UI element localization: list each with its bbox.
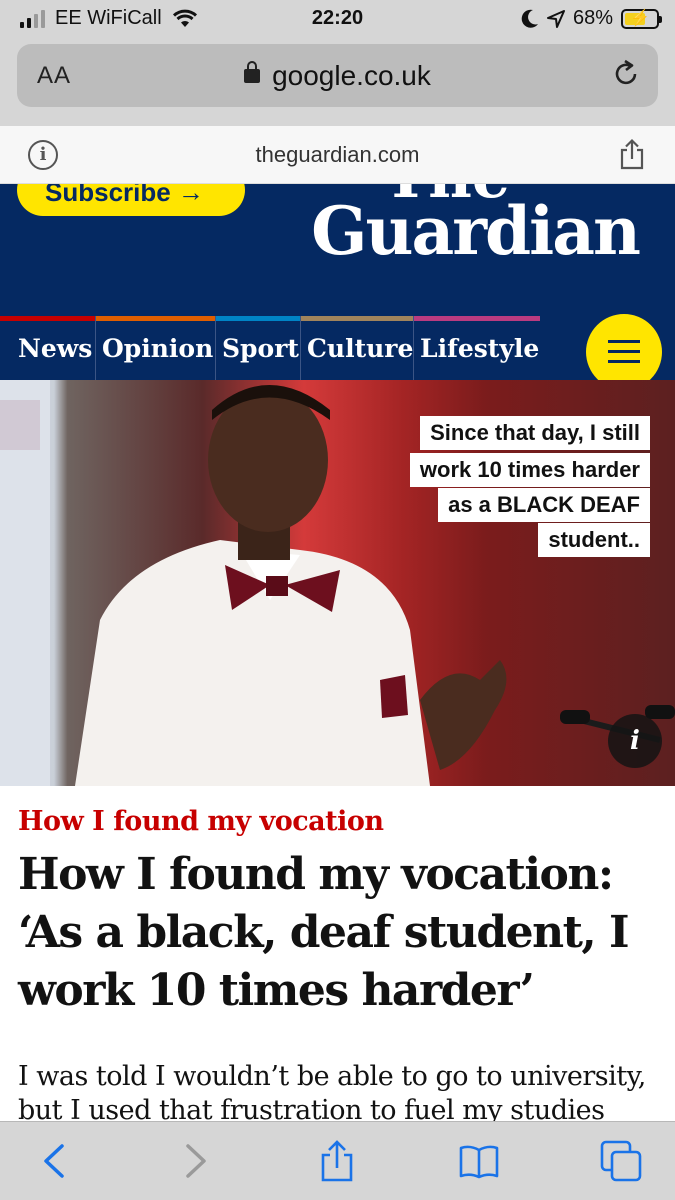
url-display[interactable]: google.co.uk — [17, 60, 658, 92]
location-arrow-icon — [546, 9, 565, 28]
moon-icon — [521, 9, 538, 28]
share-icon[interactable] — [619, 138, 645, 170]
pillar-culture[interactable]: Culture — [301, 316, 414, 380]
bottom-toolbar — [0, 1121, 675, 1200]
forward-icon[interactable] — [174, 1140, 216, 1182]
browser-chrome: AA google.co.uk — [0, 40, 675, 126]
subscribe-button[interactable]: Subscribe → — [17, 184, 245, 216]
bookmarks-icon[interactable] — [458, 1140, 500, 1182]
battery-icon: ⚡ — [621, 8, 662, 29]
amp-domain[interactable]: theguardian.com — [0, 142, 675, 168]
reload-icon[interactable] — [610, 58, 642, 90]
guardian-logo[interactable]: Guardian — [311, 192, 641, 270]
address-bar[interactable]: AA google.co.uk — [17, 44, 658, 107]
pillar-nav: News Opinion Sport Culture Lifestyle — [0, 316, 540, 380]
image-info-button[interactable]: i — [608, 714, 662, 768]
status-bar: EE WiFiCall 22:20 68% ⚡ — [0, 0, 675, 40]
back-icon[interactable] — [34, 1140, 76, 1182]
article-kicker[interactable]: How I found my vocation — [18, 806, 384, 837]
article-standfirst: I was told I wouldn’t be able to go to u… — [18, 1061, 646, 1126]
pillar-opinion[interactable]: Opinion — [96, 316, 216, 380]
pillar-news[interactable]: News — [0, 316, 96, 380]
article-headline: How I found my vocation: ‘As a black, de… — [18, 849, 630, 1016]
caption-line: Since that day, I still — [420, 416, 650, 450]
pillar-lifestyle[interactable]: Lifestyle — [414, 316, 540, 380]
url-text: google.co.uk — [272, 60, 431, 91]
share-icon[interactable] — [316, 1140, 358, 1182]
caption-line: student.. — [538, 523, 650, 557]
menu-button[interactable] — [586, 314, 662, 380]
lock-icon — [244, 60, 261, 83]
caption-line: work 10 times harder — [409, 453, 650, 487]
status-right: 68% ⚡ — [521, 7, 662, 30]
article-photo: Since that day, I still work 10 times ha… — [0, 380, 675, 786]
battery-percent: 68% — [572, 7, 613, 29]
overlay-caption: Since that day, I still work 10 times ha… — [380, 416, 650, 594]
guardian-header: Subscribe → The Guardian News Opinion Sp… — [0, 184, 675, 380]
amp-header-bar: i theguardian.com — [0, 126, 675, 184]
tabs-icon[interactable] — [600, 1140, 642, 1182]
caption-line: as a BLACK DEAF — [438, 488, 650, 522]
pillar-sport[interactable]: Sport — [216, 316, 301, 380]
